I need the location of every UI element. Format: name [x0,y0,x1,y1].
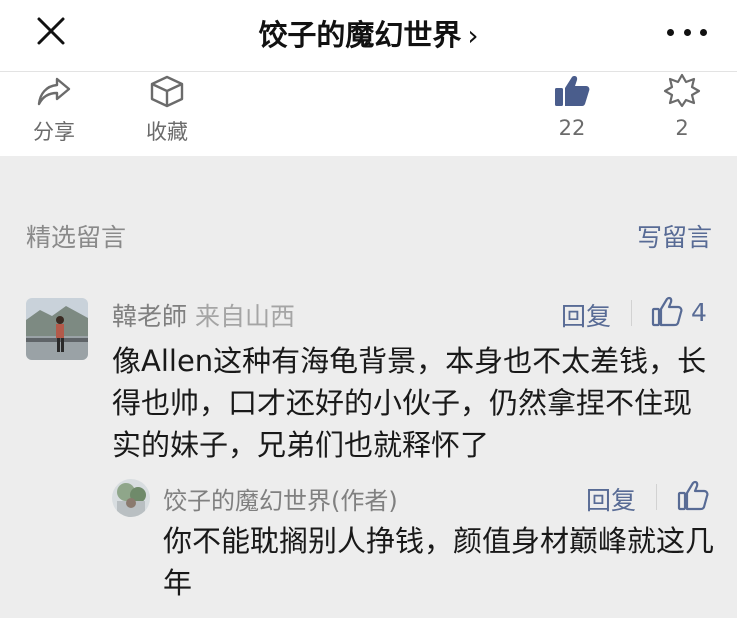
comment-location: 来自山西 [195,302,296,331]
comment-like-button[interactable]: 4 [651,296,707,328]
chevron-right-icon: › [467,19,479,52]
share-button[interactable]: 分享 [33,72,75,146]
reply-button[interactable]: 回复 [561,297,611,333]
favorite-label: 收藏 [146,120,188,144]
top-bar: 饺子的魔幻世界 › [0,0,737,72]
wow-count: 2 [675,116,689,140]
reply-author: 饺子的魔幻世界(作者) [163,487,398,515]
page-title: 饺子的魔幻世界 [258,18,462,52]
reply-button-2[interactable]: 回复 [586,481,636,517]
comment-like-count: 4 [691,297,707,327]
comment-author: 韓老師 [112,302,188,331]
more-icon-dot [683,28,691,36]
reply-text: 你不能耽搁别人挣钱，颜值身材巅峰就这几年 [163,524,715,600]
comment-text: 像Allen这种有海龟背景，本身也不太差钱，长得也帅，口才还好的小伙子，仍然拿捏… [112,344,707,462]
wow-button[interactable]: 2 [663,72,701,140]
favorite-icon [150,75,184,108]
favorite-button[interactable]: 收藏 [146,72,188,146]
more-button[interactable] [667,22,707,42]
share-icon [37,77,71,106]
avatar-photo-icon [26,298,88,360]
like-article-button[interactable]: 22 [553,72,591,140]
article-actions: 分享 收藏 22 2 [0,72,737,156]
share-label: 分享 [33,120,75,144]
more-icon-dot [700,28,707,36]
account-title-link[interactable]: 饺子的魔幻世界 › [0,12,737,54]
like-outline-icon [677,480,709,511]
author-avatar[interactable] [112,479,150,517]
like-count: 22 [558,116,586,140]
featured-comments-title: 精选留言 [26,223,127,252]
divider [656,484,657,510]
avatar[interactable] [26,298,88,360]
thumbs-up-icon [555,76,590,106]
like-outline-icon [651,296,683,327]
author-avatar-icon [112,479,150,517]
comment-author-line: 韓老師 来自山西 [112,297,295,333]
reply-like-button[interactable] [677,480,709,512]
more-icon [667,28,674,36]
divider [631,300,632,326]
write-comment-button[interactable]: 写留言 [637,218,712,254]
wow-icon [663,73,701,108]
